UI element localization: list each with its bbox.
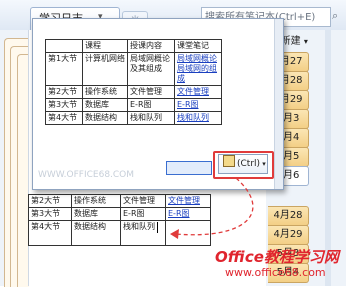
table-row: 第3大节 数据库 E-R图 E-R图 <box>28 207 211 221</box>
table-cell[interactable]: 文件管理 <box>174 85 222 99</box>
table-cell[interactable]: 操作系统 <box>82 85 128 99</box>
table-cell[interactable]: 操作系统 <box>71 194 121 208</box>
link[interactable]: 文件管理 <box>168 196 200 205</box>
table-header[interactable]: 课堂笔记 <box>174 39 222 53</box>
table-cell[interactable]: 文件管理 <box>127 85 175 99</box>
page-tab[interactable]: 4月29 <box>268 225 309 245</box>
link[interactable]: E-R图 <box>168 209 190 218</box>
table-cell[interactable]: 数据结构 <box>71 220 121 246</box>
watermark-title: Office教程学习网 <box>215 248 339 266</box>
top-table: 课程 授课内容 课堂笔记 第1大节 计算机网络 局域网概论及其组成 局域网概论 … <box>45 39 222 125</box>
table-cell[interactable]: 计算机网络 <box>82 52 128 86</box>
table-cell[interactable]: E-R图 <box>120 207 166 221</box>
watermark-url: www.office68.com <box>225 266 326 279</box>
table-cell[interactable]: 第4大节 <box>28 220 72 246</box>
link[interactable]: E-R图 <box>177 100 199 109</box>
table-cell[interactable]: E-R图 <box>165 207 211 221</box>
table-cell[interactable]: E-R图 <box>174 98 222 112</box>
table-cell[interactable]: 文件管理 <box>165 194 211 208</box>
table-cell[interactable]: 文件管理 <box>120 194 166 208</box>
pasted-text-highlight <box>166 161 212 175</box>
left-tab-edges <box>0 30 29 287</box>
table-row: 第1大节 计算机网络 局域网概论及其组成 局域网概论 局域网的组成 <box>45 52 222 86</box>
bottom-table: 第2大节 操作系统 文件管理 文件管理 第3大节 数据库 E-R图 E-R图 第… <box>28 194 211 246</box>
table-cell[interactable]: 栈和队列 <box>120 220 166 246</box>
table-header-row: 课程 授课内容 课堂笔记 <box>45 39 222 53</box>
link[interactable]: 文件管理 <box>177 87 209 96</box>
table-header[interactable]: 授课内容 <box>127 39 175 53</box>
table-cell[interactable]: 第2大节 <box>45 85 83 99</box>
table-row: 第2大节 操作系统 文件管理 文件管理 <box>28 194 211 208</box>
table-cell[interactable]: 数据结构 <box>82 111 128 125</box>
table-cell[interactable]: 局域网概论 局域网的组成 <box>174 52 222 86</box>
highlight-box <box>213 151 274 179</box>
table-cell[interactable]: 第3大节 <box>45 98 83 112</box>
table-row: 第2大节 操作系统 文件管理 文件管理 <box>45 85 222 99</box>
table-cell[interactable]: 数据库 <box>71 207 121 221</box>
link[interactable]: 局域网概论 局域网的组成 <box>177 54 217 83</box>
table-row: 第4大节 数据结构 栈和队列 栈和队列 <box>45 111 222 125</box>
table-cell[interactable]: 数据库 <box>82 98 128 112</box>
link[interactable]: 栈和队列 <box>177 113 209 122</box>
table-header[interactable] <box>45 39 83 53</box>
table-cell[interactable]: 局域网概论及其组成 <box>127 52 175 86</box>
search-icon[interactable]: ⌕ <box>332 9 346 25</box>
page-tab[interactable]: 4月28 <box>268 206 309 226</box>
table-row: 第4大节 数据结构 栈和队列 <box>28 220 211 246</box>
chevron-down-icon: ▾ <box>303 37 308 46</box>
table-cell[interactable]: 第2大节 <box>28 194 72 208</box>
text-cursor <box>157 222 158 233</box>
table-row: 第3大节 数据库 E-R图 E-R图 <box>45 98 222 112</box>
popup-scrollbar[interactable] <box>274 19 283 189</box>
table-cell-empty[interactable] <box>165 220 211 246</box>
table-cell[interactable]: E-R图 <box>127 98 175 112</box>
table-cell[interactable]: 栈和队列 <box>174 111 222 125</box>
ghost-watermark: WWW.OFFICE68.COM <box>38 170 135 180</box>
table-header[interactable]: 课程 <box>82 39 128 53</box>
table-cell[interactable]: 栈和队列 <box>127 111 175 125</box>
watermark-logo: Office教程学习网 www.office68.com <box>215 246 343 284</box>
table-cell[interactable]: 第4大节 <box>45 111 83 125</box>
table-cell[interactable]: 第1大节 <box>45 52 83 86</box>
table-cell[interactable]: 第3大节 <box>28 207 72 221</box>
